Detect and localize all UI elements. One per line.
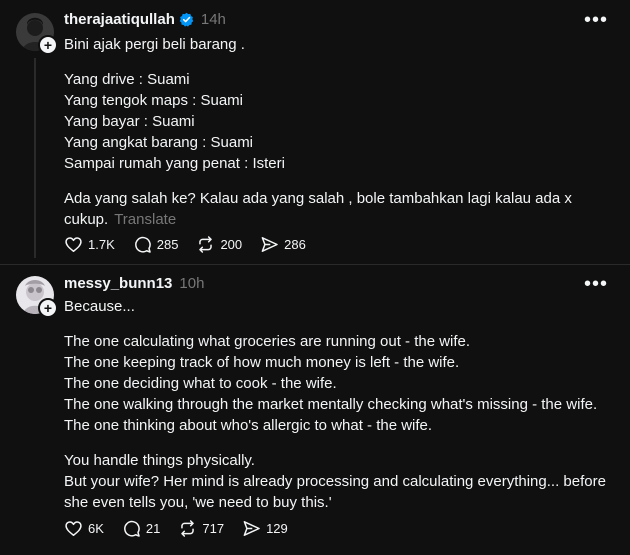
comment-button[interactable]: 285 — [133, 235, 179, 254]
repost-button[interactable]: 717 — [178, 519, 224, 538]
post-header: messy_bunn13 10h — [64, 275, 204, 292]
repost-button[interactable]: 200 — [196, 235, 242, 254]
thread-line — [34, 58, 36, 258]
action-bar: 6K 21 717 129 — [64, 519, 306, 538]
share-count: 129 — [266, 521, 288, 536]
post-line: You handle things physically. — [64, 452, 255, 469]
post-line: Ada yang salah ke? Kalau ada yang salah … — [64, 190, 572, 207]
translate-link[interactable]: Translate — [114, 211, 176, 228]
heart-icon — [65, 237, 82, 252]
post-line: Yang angkat barang : Suami — [64, 134, 254, 151]
heart-icon — [65, 521, 82, 536]
comment-icon — [123, 520, 140, 537]
post-line: cukup. — [64, 211, 109, 228]
like-count: 1.7K — [88, 237, 115, 252]
post-line: The one calculating what groceries are r… — [64, 333, 471, 350]
comment-count: 21 — [145, 521, 161, 536]
post-line: The one deciding what to cook - the wife… — [64, 375, 337, 392]
verified-badge-icon — [179, 12, 194, 27]
post-line: she even tells you, 'we need to buy this… — [64, 494, 332, 511]
comment-icon — [134, 236, 151, 253]
post-line: But your wife? Her mind is already proce… — [64, 473, 606, 490]
post-line: Bini ajak pergi beli barang . — [64, 36, 245, 53]
post-header: therajaatiqullah 14h — [64, 11, 226, 28]
more-options-icon[interactable]: ••• — [584, 10, 608, 30]
post-line: Sampai rumah yang penat : Isteri — [64, 155, 285, 172]
like-button[interactable]: 1.7K — [64, 235, 115, 254]
follow-plus-icon[interactable]: + — [38, 35, 58, 55]
share-button[interactable]: 129 — [242, 519, 288, 538]
post: + therajaatiqullah 14h ••• Bini ajak per… — [0, 0, 630, 265]
share-count: 286 — [284, 237, 306, 252]
more-options-icon[interactable]: ••• — [584, 274, 608, 294]
comment-button[interactable]: 21 — [122, 519, 160, 538]
post-text: Because... The one calculating what groc… — [64, 296, 614, 513]
share-button[interactable]: 286 — [260, 235, 306, 254]
repost-icon — [199, 236, 213, 253]
username[interactable]: messy_bunn13 — [64, 275, 172, 292]
avatar[interactable]: + — [16, 13, 58, 55]
like-count: 6K — [88, 521, 104, 536]
post-line: Yang drive : Suami — [64, 71, 190, 88]
username[interactable]: therajaatiqullah — [64, 11, 175, 28]
share-icon — [243, 521, 260, 536]
share-icon — [261, 237, 278, 252]
post-line: The one thinking about who's allergic to… — [64, 417, 433, 434]
follow-plus-icon[interactable]: + — [38, 298, 58, 318]
post-line: Yang tengok maps : Suami — [64, 92, 243, 109]
repost-count: 717 — [202, 521, 225, 536]
avatar[interactable]: + — [16, 276, 58, 318]
action-bar: 1.7K 285 200 286 — [64, 235, 324, 254]
post-line: The one keeping track of how much money … — [64, 354, 460, 371]
post-time: 14h — [200, 11, 226, 28]
post-line: Because... — [64, 298, 135, 315]
post-line: The one walking through the market menta… — [64, 396, 598, 413]
post-line: Yang bayar : Suami — [64, 113, 195, 130]
comment-count: 285 — [156, 237, 179, 252]
like-button[interactable]: 6K — [64, 519, 104, 538]
post-text: Bini ajak pergi beli barang . Yang drive… — [64, 34, 614, 230]
repost-icon — [181, 520, 195, 537]
post-time: 10h — [179, 275, 205, 292]
repost-count: 200 — [220, 237, 243, 252]
post: + messy_bunn13 10h ••• Because... The on… — [0, 265, 630, 555]
